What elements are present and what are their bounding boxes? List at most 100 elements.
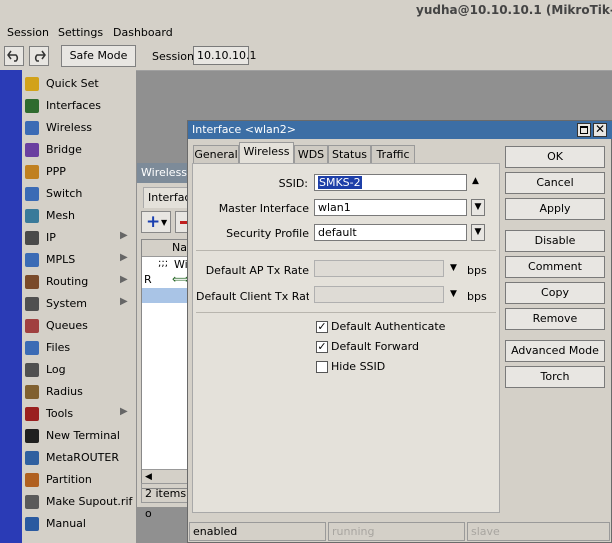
winbox-side-strip bbox=[0, 70, 22, 543]
sidebar-item-files[interactable]: Files bbox=[22, 337, 136, 359]
sidebar-item-label: Radius bbox=[46, 385, 83, 398]
sidebar-item-partition[interactable]: Partition bbox=[22, 469, 136, 491]
divider bbox=[196, 250, 496, 251]
comment-button[interactable]: Comment bbox=[505, 256, 605, 278]
tab-wds[interactable]: WDS bbox=[294, 145, 328, 163]
checkbox-hide-ssid[interactable] bbox=[316, 361, 328, 373]
advanced-mode-button[interactable]: Advanced Mode bbox=[505, 340, 605, 362]
ok-button[interactable]: OK bbox=[505, 146, 605, 168]
sidebar-item-interfaces[interactable]: Interfaces bbox=[22, 95, 136, 117]
sidebar-item-label: Routing bbox=[46, 275, 89, 288]
sidebar-item-log[interactable]: Log bbox=[22, 359, 136, 381]
tab-status[interactable]: Status bbox=[328, 145, 371, 163]
ap-tx-unit: bps bbox=[467, 264, 487, 277]
sidebar-item-label: Mesh bbox=[46, 209, 75, 222]
close-button[interactable]: ✕ bbox=[593, 123, 607, 137]
status-enabled: enabled bbox=[189, 522, 326, 541]
maximize-icon bbox=[580, 126, 588, 134]
sidebar-item-metarouter[interactable]: MetaROUTER bbox=[22, 447, 136, 469]
sidebar-item-queues[interactable]: Queues bbox=[22, 315, 136, 337]
submenu-arrow-icon: ▶ bbox=[120, 406, 128, 417]
add-button[interactable]: + ▼ bbox=[141, 211, 171, 233]
menu-session[interactable]: Session bbox=[7, 26, 49, 39]
default-ap-tx-rate-label: Default AP Tx Rate bbox=[205, 264, 309, 277]
master-interface-select[interactable]: wlan1 bbox=[314, 199, 467, 216]
chevron-down-icon[interactable]: ▼ bbox=[450, 289, 457, 299]
safe-mode-button[interactable]: Safe Mode bbox=[61, 45, 136, 67]
checkbox-label: Hide SSID bbox=[331, 360, 386, 373]
submenu-arrow-icon: ▶ bbox=[120, 274, 128, 285]
quick-set-icon bbox=[25, 77, 39, 91]
comment-prefix: ;;; bbox=[158, 258, 169, 269]
sidebar-item-label: Tools bbox=[46, 407, 74, 420]
remove-button[interactable]: Remove bbox=[505, 308, 605, 330]
ssid-input[interactable]: SMKS-2 bbox=[314, 174, 467, 191]
security-profile-dropdown[interactable]: ▼ bbox=[471, 224, 485, 241]
menu-bar: Session Settings Dashboard bbox=[0, 24, 612, 42]
redo-button[interactable] bbox=[29, 46, 49, 66]
sidebar-item-label: Partition bbox=[46, 473, 92, 486]
cancel-button[interactable]: Cancel bbox=[505, 172, 605, 194]
ssid-history-arrow-icon[interactable]: ▲ bbox=[472, 176, 479, 186]
sidebar-item-radius[interactable]: Radius bbox=[22, 381, 136, 403]
metarouter-icon bbox=[25, 451, 39, 465]
status-slave: slave bbox=[467, 522, 610, 541]
redo-icon bbox=[34, 50, 46, 62]
menu-dashboard[interactable]: Dashboard bbox=[113, 26, 173, 39]
row-flag: R bbox=[144, 273, 152, 286]
sidebar-item-label: Bridge bbox=[46, 143, 82, 156]
menu-settings[interactable]: Settings bbox=[58, 26, 103, 39]
tools-icon bbox=[25, 407, 39, 421]
toolbar: Safe Mode Session 10.10.10.1 bbox=[0, 42, 612, 71]
maximize-button[interactable] bbox=[577, 123, 591, 137]
sidebar-item-manual[interactable]: Manual bbox=[22, 513, 136, 535]
sidebar-item-ppp[interactable]: PPP bbox=[22, 161, 136, 183]
sidebar-item-system[interactable]: System ▶ bbox=[22, 293, 136, 315]
undo-icon bbox=[7, 50, 19, 62]
undo-button[interactable] bbox=[4, 46, 24, 66]
divider bbox=[196, 312, 496, 313]
supout-icon bbox=[25, 495, 39, 509]
master-interface-label: Master Interface bbox=[218, 202, 309, 215]
scroll-left-icon[interactable]: ◀ bbox=[145, 472, 152, 482]
sidebar-item-mpls[interactable]: MPLS ▶ bbox=[22, 249, 136, 271]
sidebar-item-bridge[interactable]: Bridge bbox=[22, 139, 136, 161]
submenu-arrow-icon: ▶ bbox=[120, 230, 128, 241]
sidebar-item-routing[interactable]: Routing ▶ bbox=[22, 271, 136, 293]
apply-button[interactable]: Apply bbox=[505, 198, 605, 220]
default-client-tx-rate-input[interactable] bbox=[314, 286, 444, 303]
sidebar-item-label: Switch bbox=[46, 187, 83, 200]
chevron-down-icon[interactable]: ▼ bbox=[450, 263, 457, 273]
sidebar-item-switch[interactable]: Switch bbox=[22, 183, 136, 205]
sidebar-item-ip[interactable]: IP ▶ bbox=[22, 227, 136, 249]
master-interface-dropdown[interactable]: ▼ bbox=[471, 199, 485, 216]
sidebar-item-make-supout-rif[interactable]: Make Supout.rif bbox=[22, 491, 136, 513]
tab-wireless[interactable]: Wireless bbox=[239, 142, 294, 163]
default-ap-tx-rate-input[interactable] bbox=[314, 260, 444, 277]
sidebar-item-quick-set[interactable]: Quick Set bbox=[22, 73, 136, 95]
submenu-arrow-icon: ▶ bbox=[120, 296, 128, 307]
session-value: 10.10.10.1 bbox=[193, 46, 256, 65]
sidebar-item-label: Wireless bbox=[46, 121, 93, 134]
security-profile-select[interactable]: default bbox=[314, 224, 467, 241]
sidebar-item-label: Log bbox=[46, 363, 66, 376]
checkbox-default-forward[interactable]: ✓ bbox=[316, 341, 328, 353]
sidebar-item-wireless[interactable]: Wireless bbox=[22, 117, 136, 139]
sidebar-item-mesh[interactable]: Mesh bbox=[22, 205, 136, 227]
session-label: Session bbox=[152, 50, 194, 63]
column-name[interactable]: Na bbox=[172, 241, 187, 254]
checkbox-default-authenticate[interactable]: ✓ bbox=[316, 321, 328, 333]
ppp-icon bbox=[25, 165, 39, 179]
sidebar-item-label: System bbox=[46, 297, 88, 310]
torch-button[interactable]: Torch bbox=[505, 366, 605, 388]
sidebar-item-new-terminal[interactable]: New Terminal bbox=[22, 425, 136, 447]
copy-button[interactable]: Copy bbox=[505, 282, 605, 304]
tab-general[interactable]: General bbox=[193, 145, 239, 163]
partition-icon bbox=[25, 473, 39, 487]
ssid-value: SMKS-2 bbox=[318, 176, 362, 189]
disable-button[interactable]: Disable bbox=[505, 230, 605, 252]
sidebar-item-tools[interactable]: Tools ▶ bbox=[22, 403, 136, 425]
tab-traffic[interactable]: Traffic bbox=[371, 145, 415, 163]
system-icon bbox=[25, 297, 39, 311]
row-comment: Wi bbox=[174, 258, 188, 271]
